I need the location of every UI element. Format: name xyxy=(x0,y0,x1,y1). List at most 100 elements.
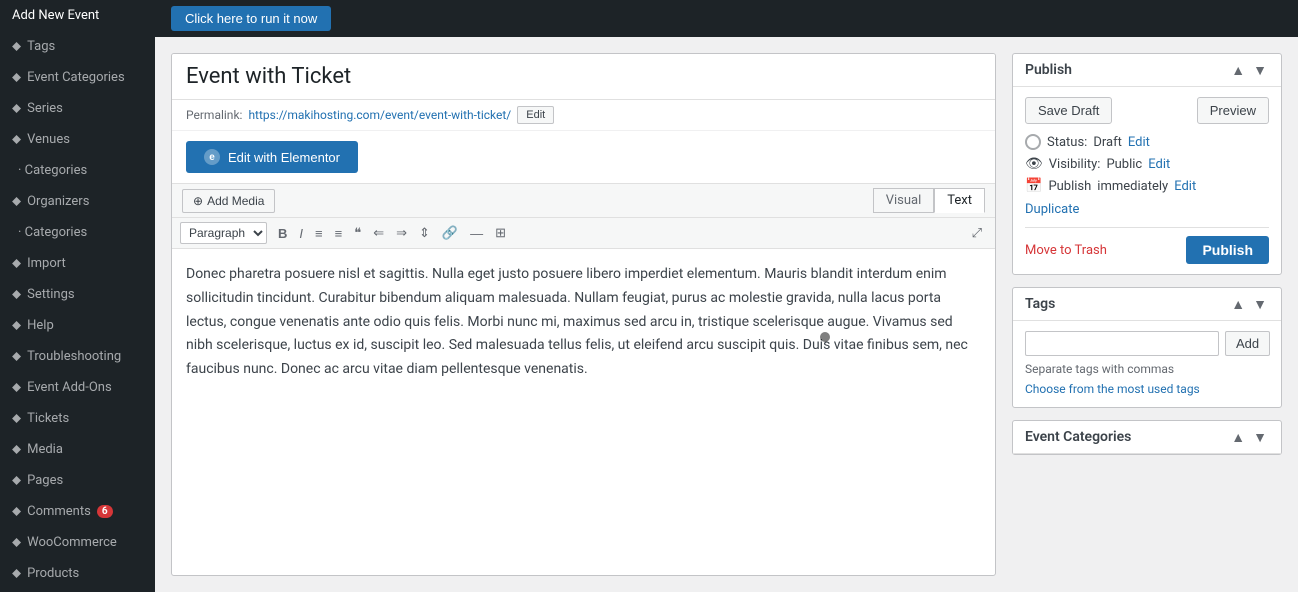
right-sidebar: Publish ▲ ▼ Save Draft Preview Status: D… xyxy=(1012,53,1282,576)
editor-text: Donec pharetra posuere nisl et sagittis.… xyxy=(186,263,981,382)
status-edit-link[interactable]: Edit xyxy=(1128,135,1150,150)
calendar-icon: 📅 xyxy=(1025,178,1042,194)
sidebar-item-help[interactable]: ⬥ Help xyxy=(0,310,155,341)
hr-button[interactable]: — xyxy=(465,224,488,243)
sidebar-item-label: WooCommerce xyxy=(27,535,117,550)
comments-icon: ⬥ xyxy=(12,504,21,519)
main-area: Click here to run it now Permalink: http… xyxy=(155,0,1298,592)
table-button[interactable]: ⊞ xyxy=(490,223,511,243)
move-to-trash-link[interactable]: Move to Trash xyxy=(1025,243,1107,258)
align-center-button[interactable]: ⇒ xyxy=(391,223,412,243)
editor-panel: Permalink: https://makihosting.com/event… xyxy=(171,53,996,576)
addon-icon: ⬥ xyxy=(12,380,21,395)
tab-visual[interactable]: Visual xyxy=(873,188,935,213)
sidebar-item-label: Media xyxy=(27,442,63,457)
publish-metabox-body: Save Draft Preview Status: Draft Edit 👁 … xyxy=(1013,87,1281,274)
tag-icon: ⬥ xyxy=(12,39,21,54)
publish-metabox-collapse-down[interactable]: ▼ xyxy=(1251,62,1269,78)
editor-toolbar-row: ⊕ Add Media Visual Text xyxy=(172,184,995,218)
event-categories-title: Event Categories xyxy=(1025,429,1131,445)
sidebar-item-categories1[interactable]: · Categories xyxy=(0,155,155,186)
elementor-btn-label: Edit with Elementor xyxy=(228,150,340,165)
italic-button[interactable]: I xyxy=(294,224,308,243)
sidebar-item-troubleshooting[interactable]: ⬥ Troubleshooting xyxy=(0,341,155,372)
media-icon: ⬥ xyxy=(12,442,21,457)
sidebar-item-products[interactable]: ⬥ Products xyxy=(0,558,155,589)
series-icon: ⬥ xyxy=(12,101,21,116)
tags-metabox-title: Tags xyxy=(1025,296,1055,312)
edit-with-elementor-button[interactable]: e Edit with Elementor xyxy=(186,141,358,173)
choose-tags-link[interactable]: Choose from the most used tags xyxy=(1025,382,1200,396)
event-categories-collapse-up[interactable]: ▲ xyxy=(1229,429,1247,445)
event-categories-metabox-header: Event Categories ▲ ▼ xyxy=(1013,421,1281,454)
tags-metabox: Tags ▲ ▼ Add Separate tags with commas C… xyxy=(1012,287,1282,408)
format-select[interactable]: Paragraph xyxy=(180,222,267,244)
publish-date-value: immediately xyxy=(1097,179,1168,194)
align-left-button[interactable]: ⇐ xyxy=(368,223,389,243)
ordered-list-button[interactable]: ≡ xyxy=(330,224,348,243)
tag-input-field[interactable] xyxy=(1025,331,1219,356)
sidebar-add-new-event[interactable]: Add New Event xyxy=(0,0,155,31)
editor-content[interactable]: Donec pharetra posuere nisl et sagittis.… xyxy=(172,249,995,575)
blockquote-button[interactable]: ❝ xyxy=(349,223,366,243)
publish-metabox-collapse-up[interactable]: ▲ xyxy=(1229,62,1247,78)
visibility-edit-link[interactable]: Edit xyxy=(1148,157,1170,172)
sidebar-item-event-addons[interactable]: ⬥ Event Add-Ons xyxy=(0,372,155,403)
permalink-label: Permalink: xyxy=(186,108,242,122)
settings-icon: ⬥ xyxy=(12,287,21,302)
save-draft-button[interactable]: Save Draft xyxy=(1025,97,1112,124)
sidebar-item-event-categories[interactable]: ⬥ Event Categories xyxy=(0,62,155,93)
sidebar-item-tickets[interactable]: ⬥ Tickets xyxy=(0,403,155,434)
woo-icon: ⬥ xyxy=(12,535,21,550)
elementor-button-row: e Edit with Elementor xyxy=(172,131,995,184)
publish-date-edit-link[interactable]: Edit xyxy=(1174,179,1196,194)
sidebar-item-tags[interactable]: ⬥ Tags xyxy=(0,31,155,62)
sidebar-item-organizers[interactable]: ⬥ Organizers xyxy=(0,186,155,217)
sidebar-item-label: Event Categories xyxy=(27,70,125,85)
preview-button[interactable]: Preview xyxy=(1197,97,1269,124)
help-icon: ⬥ xyxy=(12,318,21,333)
top-notification-bar: Click here to run it now xyxy=(155,0,1298,37)
tags-metabox-body: Add Separate tags with commas Choose fro… xyxy=(1013,321,1281,407)
content-area: Permalink: https://makihosting.com/event… xyxy=(155,37,1298,592)
publish-metabox-title: Publish xyxy=(1025,62,1072,78)
unordered-list-button[interactable]: ≡ xyxy=(310,224,328,243)
add-tag-button[interactable]: Add xyxy=(1225,331,1270,356)
sidebar-item-pages[interactable]: ⬥ Pages xyxy=(0,465,155,496)
add-media-button[interactable]: ⊕ Add Media xyxy=(182,189,275,213)
editor-tabs: Visual Text xyxy=(873,188,985,213)
tags-metabox-controls: ▲ ▼ xyxy=(1229,296,1269,312)
status-value: Draft xyxy=(1093,135,1122,150)
bold-button[interactable]: B xyxy=(273,224,292,243)
link-button[interactable]: 🔗 xyxy=(437,223,463,243)
sidebar-item-label: Venues xyxy=(27,132,70,147)
tags-metabox-collapse-up[interactable]: ▲ xyxy=(1229,296,1247,312)
tag-hint: Separate tags with commas xyxy=(1025,362,1269,376)
post-title-input[interactable] xyxy=(172,54,995,100)
sidebar-item-media[interactable]: ⬥ Media xyxy=(0,434,155,465)
sidebar-item-settings[interactable]: ⬥ Settings xyxy=(0,279,155,310)
tags-metabox-header: Tags ▲ ▼ xyxy=(1013,288,1281,321)
publish-metabox: Publish ▲ ▼ Save Draft Preview Status: D… xyxy=(1012,53,1282,275)
visibility-label: Visibility: xyxy=(1049,157,1101,172)
sidebar-item-comments[interactable]: ⬥ Comments 6 xyxy=(0,496,155,527)
sidebar-item-label: Tags xyxy=(27,39,55,54)
fullscreen-button[interactable]: ⤢ xyxy=(967,223,987,243)
duplicate-link[interactable]: Duplicate xyxy=(1025,202,1269,217)
align-right-button[interactable]: ⇕ xyxy=(414,223,435,243)
sidebar-item-categories2[interactable]: · Categories xyxy=(0,217,155,248)
add-media-label: Add Media xyxy=(207,194,264,208)
sidebar-item-series[interactable]: ⬥ Series xyxy=(0,93,155,124)
tab-text[interactable]: Text xyxy=(934,188,985,213)
sidebar-item-import[interactable]: ⬥ Import xyxy=(0,248,155,279)
sidebar-item-woocommerce[interactable]: ⬥ WooCommerce xyxy=(0,527,155,558)
permalink-edit-button[interactable]: Edit xyxy=(517,106,554,124)
organizer-icon: ⬥ xyxy=(12,194,21,209)
permalink-link[interactable]: https://makihosting.com/event/event-with… xyxy=(248,108,511,122)
run-it-now-button[interactable]: Click here to run it now xyxy=(171,6,331,31)
sidebar-item-venues[interactable]: ⬥ Venues xyxy=(0,124,155,155)
tags-metabox-collapse-down[interactable]: ▼ xyxy=(1251,296,1269,312)
publish-button[interactable]: Publish xyxy=(1186,236,1269,264)
ticket-icon: ⬥ xyxy=(12,411,21,426)
event-categories-collapse-down[interactable]: ▼ xyxy=(1251,429,1269,445)
